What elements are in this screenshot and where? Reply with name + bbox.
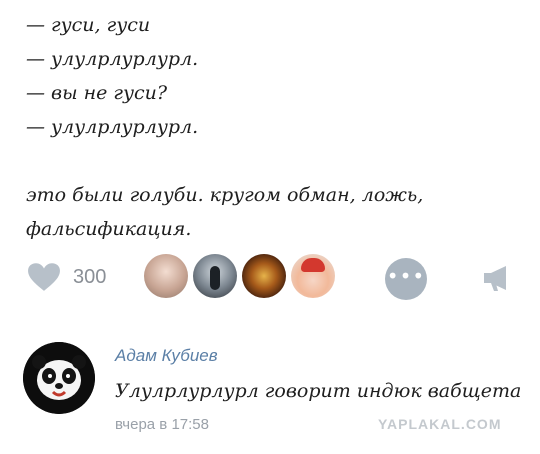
watermark: YAPLAKAL.COM [378, 416, 502, 432]
post-line: — улулрлурлурл. [26, 116, 199, 138]
comment-author[interactable]: Адам Кубиев [115, 346, 218, 366]
post-line: — улулрлурлурл. [26, 48, 199, 70]
avatar[interactable] [23, 342, 95, 414]
post-line: — гуси, гуси [26, 14, 151, 36]
comment-text: Улулрлурлурл говорит индюк вабщета [115, 380, 522, 402]
avatar[interactable] [242, 254, 286, 298]
post-actions: 300 ••• [0, 250, 540, 304]
comment-time[interactable]: вчера в 17:58 [115, 416, 209, 433]
megaphone-icon[interactable] [482, 264, 512, 292]
post-line: — вы не гуси? [26, 82, 168, 104]
liked-by-avatars [144, 254, 340, 298]
like-count: 300 [73, 265, 107, 288]
more-icon: ••• [386, 264, 426, 288]
heart-icon [28, 263, 60, 291]
avatar[interactable] [193, 254, 237, 298]
like-button[interactable]: 300 [27, 262, 106, 292]
panda-icon [23, 342, 95, 414]
post-line: это были голуби. кругом обман, ложь, [26, 184, 424, 206]
post-text: — гуси, гуси — улулрлурлурл. — вы не гус… [26, 8, 423, 246]
more-button[interactable]: ••• [385, 258, 427, 300]
avatar[interactable] [291, 254, 335, 298]
avatar[interactable] [144, 254, 188, 298]
post-line: фальсификация. [26, 218, 192, 240]
